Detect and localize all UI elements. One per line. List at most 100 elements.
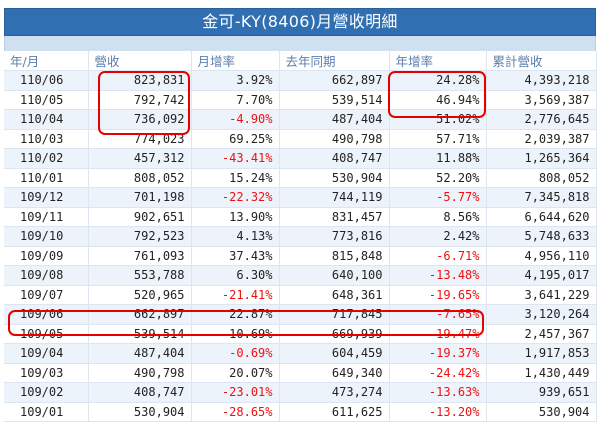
cell-yoy: 46.94% [389,90,487,110]
cell-yoy: 2.42% [389,226,487,247]
cell-revenue: 530,904 [88,402,192,422]
cell-yoy: 51.02% [389,109,487,130]
cell-revenue: 490,798 [88,363,192,383]
cell-revenue: 701,198 [88,187,192,208]
cell-year-month: 110/04 [4,109,89,130]
header-mom: 月增率 [191,51,280,71]
cell-yoy: -6.71% [389,246,487,266]
cell-revenue: 761,093 [88,246,192,266]
cell-cumulative: 4,195,017 [486,265,597,286]
cell-cumulative: 4,956,110 [486,246,597,266]
header-last-year: 去年同期 [279,51,390,71]
cell-year-month: 110/02 [4,148,89,169]
cell-last-year: 473,274 [279,382,390,403]
cell-last-year: 604,459 [279,343,390,364]
cell-year-month: 110/05 [4,90,89,110]
cell-year-month: 110/03 [4,129,89,149]
cell-mom: -21.41% [191,285,280,305]
header-revenue: 營收 [88,51,192,71]
cell-revenue: 774,023 [88,129,192,149]
cell-year-month: 109/10 [4,226,89,247]
cell-cumulative: 2,039,387 [486,129,597,149]
cell-yoy: -7.65% [389,304,487,325]
cell-mom: 10.69% [191,324,280,344]
cell-cumulative: 5,748,633 [486,226,597,247]
cell-last-year: 640,100 [279,265,390,286]
header-year-month: 年/月 [4,51,89,71]
cell-last-year: 662,897 [279,70,390,91]
cell-last-year: 490,798 [279,129,390,149]
cell-year-month: 109/09 [4,246,89,266]
table-row: 110/03 774,023 69.25% 490,798 57.71% 2,039,38… [4,129,597,149]
cell-year-month: 109/01 [4,402,89,422]
cell-revenue: 808,052 [88,168,192,188]
revenue-table: 年/月 營收 月增率 去年同期 年增率 累計營收 110/06 823,831 3.… [4,51,597,422]
cell-last-year: 487,404 [279,109,390,130]
cell-mom: 20.07% [191,363,280,383]
cell-last-year: 649,340 [279,363,390,383]
cell-last-year: 744,119 [279,187,390,208]
cell-year-month: 110/06 [4,70,89,91]
cell-cumulative: 2,457,367 [486,324,597,344]
table-row: 109/10 792,523 4.13% 773,816 2.42% 5,748,633 [4,226,597,247]
cell-mom: 3.92% [191,70,280,91]
cell-revenue: 520,965 [88,285,192,305]
cell-mom: 69.25% [191,129,280,149]
cell-revenue: 792,523 [88,226,192,247]
cell-mom: -28.65% [191,402,280,422]
cell-last-year: 408,747 [279,148,390,169]
cell-cumulative: 808,052 [486,168,597,188]
cell-cumulative: 3,569,387 [486,90,597,110]
cell-cumulative: 7,345,818 [486,187,597,208]
cell-revenue: 487,404 [88,343,192,364]
cell-last-year: 773,816 [279,226,390,247]
cell-last-year: 717,845 [279,304,390,325]
table-row: 109/07 520,965 -21.41% 648,361 -19.65% 3,641,… [4,285,597,305]
table-row: 109/03 490,798 20.07% 649,340 -24.42% 1,430,4… [4,363,597,383]
table-row: 109/04 487,404 -0.69% 604,459 -19.37% 1,917,8… [4,343,597,364]
table-row: 109/06 662,897 22.87% 717,845 -7.65% 3,120,26… [4,304,597,325]
cell-year-month: 109/06 [4,304,89,325]
cell-mom: -22.32% [191,187,280,208]
table-row: 109/02 408,747 -23.01% 473,274 -13.63% 939,65… [4,382,597,403]
cell-cumulative: 939,651 [486,382,597,403]
cell-last-year: 831,457 [279,207,390,227]
page-title: 金可-KY(8406)月營收明細 [4,8,596,36]
cell-year-month: 109/02 [4,382,89,403]
cell-last-year: 669,939 [279,324,390,344]
cell-mom: -43.41% [191,148,280,169]
cell-cumulative: 1,430,449 [486,363,597,383]
cell-year-month: 109/07 [4,285,89,305]
cell-revenue: 408,747 [88,382,192,403]
cell-revenue: 457,312 [88,148,192,169]
cell-mom: 13.90% [191,207,280,227]
cell-mom: 4.13% [191,226,280,247]
cell-revenue: 792,742 [88,90,192,110]
cell-mom: 15.24% [191,168,280,188]
header-row: 年/月 營收 月增率 去年同期 年增率 累計營收 [4,51,597,71]
cell-last-year: 539,514 [279,90,390,110]
cell-cumulative: 3,120,264 [486,304,597,325]
cell-year-month: 109/08 [4,265,89,286]
cell-cumulative: 1,265,364 [486,148,597,169]
cell-year-month: 109/05 [4,324,89,344]
cell-year-month: 109/04 [4,343,89,364]
cell-yoy: -13.20% [389,402,487,422]
cell-yoy: 11.88% [389,148,487,169]
cell-last-year: 648,361 [279,285,390,305]
table-row: 109/01 530,904 -28.65% 611,625 -13.20% 530,90… [4,402,597,422]
cell-year-month: 109/11 [4,207,89,227]
cell-mom: 7.70% [191,90,280,110]
cell-yoy: -13.48% [389,265,487,286]
cell-mom: 6.30% [191,265,280,286]
cell-revenue: 823,831 [88,70,192,91]
cell-cumulative: 2,776,645 [486,109,597,130]
header-cumulative: 累計營收 [486,51,597,71]
cell-cumulative: 6,644,620 [486,207,597,227]
cell-yoy: 57.71% [389,129,487,149]
cell-yoy: 8.56% [389,207,487,227]
revenue-panel: 金可-KY(8406)月營收明細 年/月 營收 月增率 去年同期 年增率 累計營… [4,8,597,422]
cell-revenue: 902,651 [88,207,192,227]
cell-yoy: -24.42% [389,363,487,383]
cell-yoy: 52.20% [389,168,487,188]
